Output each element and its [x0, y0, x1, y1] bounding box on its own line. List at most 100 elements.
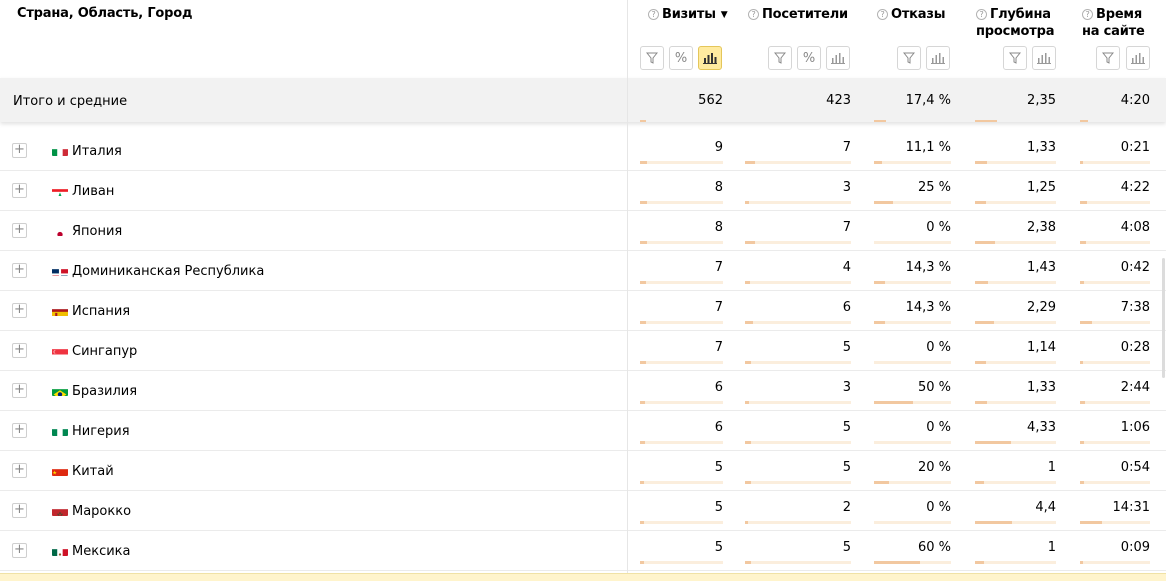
bar-track	[975, 201, 1056, 204]
bar-track	[975, 241, 1056, 244]
help-icon[interactable]: ?	[648, 9, 659, 20]
country-name[interactable]: Италия	[72, 144, 122, 159]
table-row[interactable]: + Италия 9 7 11,1 % 1,33 0:21	[0, 131, 1166, 171]
expand-icon[interactable]: +	[12, 423, 27, 438]
bar-track	[1080, 321, 1150, 324]
filter-button[interactable]	[897, 46, 921, 70]
bar-track	[745, 241, 851, 244]
country-name[interactable]: Бразилия	[72, 384, 137, 399]
totals-bar	[640, 120, 646, 122]
country-name[interactable]: Доминиканская Республика	[72, 264, 264, 279]
totals-label: Итого и средние	[13, 94, 128, 109]
filter-button[interactable]	[1096, 46, 1120, 70]
table-row[interactable]: + Испания 7 6 14,3 % 2,29 7:38	[0, 291, 1166, 331]
filter-icon	[1102, 52, 1114, 64]
cell-visits: 7	[714, 260, 723, 275]
country-name[interactable]: Ливан	[72, 184, 114, 199]
expand-icon[interactable]: +	[12, 463, 27, 478]
column-header-time[interactable]: ? Время на сайте	[1082, 6, 1145, 40]
bar-chart-button[interactable]	[1126, 46, 1150, 70]
sort-desc-icon[interactable]: ▼	[721, 10, 728, 20]
expand-icon[interactable]: +	[12, 543, 27, 558]
bar-fill	[874, 281, 885, 284]
bar-track	[745, 361, 851, 364]
cell-bounces: 20 %	[917, 460, 951, 475]
help-icon[interactable]: ?	[748, 9, 759, 20]
cell-visits: 6	[714, 420, 723, 435]
bar-track	[1080, 161, 1150, 164]
table-row[interactable]: + Марокко 5 2 0 % 4,4 14:31	[0, 491, 1166, 531]
cell-depth: 4,4	[1035, 500, 1056, 515]
bar-track	[745, 201, 851, 204]
cell-time: 0:21	[1120, 140, 1150, 155]
bar-track	[1080, 481, 1150, 484]
expand-icon[interactable]: +	[12, 343, 27, 358]
bar-fill	[975, 441, 1011, 444]
expand-icon[interactable]: +	[12, 183, 27, 198]
country-name[interactable]: Япония	[72, 224, 122, 239]
column-header-depth[interactable]: ? Глубина просмотра	[976, 6, 1054, 40]
bar-chart-button[interactable]	[826, 46, 850, 70]
cell-depth: 1,33	[1027, 140, 1056, 155]
percent-button[interactable]: %	[669, 46, 693, 70]
column-header-visitors[interactable]: ? Посетители	[748, 6, 848, 23]
bar-chart-button[interactable]	[1032, 46, 1056, 70]
dimension-title[interactable]: Страна, Область, Город	[17, 6, 192, 21]
bar-fill	[640, 401, 645, 404]
table-row[interactable]: + Китай 5 5 20 % 1 0:54	[0, 451, 1166, 491]
help-icon[interactable]: ?	[1082, 9, 1093, 20]
help-icon[interactable]: ?	[877, 9, 888, 20]
bar-track	[874, 321, 951, 324]
bar-fill	[745, 241, 755, 244]
bar-fill	[1080, 561, 1083, 564]
expand-icon[interactable]: +	[12, 503, 27, 518]
expand-icon[interactable]: +	[12, 143, 27, 158]
bar-fill	[1080, 201, 1087, 204]
country-name[interactable]: Сингапур	[72, 344, 137, 359]
filter-button[interactable]	[1003, 46, 1027, 70]
expand-icon[interactable]: +	[12, 223, 27, 238]
cell-bounces: 60 %	[917, 540, 951, 555]
bar-track	[874, 161, 951, 164]
table-row[interactable]: + Ливан 8 3 25 % 1,25 4:22	[0, 171, 1166, 211]
bar-chart-button[interactable]	[926, 46, 950, 70]
cell-visits: 7	[714, 340, 723, 355]
country-name[interactable]: Нигерия	[72, 424, 130, 439]
table-row[interactable]: + Япония 8 7 0 % 2,38 4:08	[0, 211, 1166, 251]
country-name[interactable]: Марокко	[72, 504, 131, 519]
column-header-visits[interactable]: ? Визиты ▼	[648, 6, 728, 24]
country-name[interactable]: Китай	[72, 464, 114, 479]
filter-button[interactable]	[768, 46, 792, 70]
percent-button[interactable]: %	[797, 46, 821, 70]
bar-chart-button[interactable]	[698, 46, 722, 70]
help-icon[interactable]: ?	[976, 9, 987, 20]
table-row[interactable]: + Мексика 5 5 60 % 1 0:09	[0, 531, 1166, 571]
country-name[interactable]: Мексика	[72, 544, 130, 559]
expand-icon[interactable]: +	[12, 383, 27, 398]
bar-fill	[640, 321, 646, 324]
table-row[interactable]: + Бразилия 6 3 50 % 1,33 2:44	[0, 371, 1166, 411]
expand-icon[interactable]: +	[12, 263, 27, 278]
mexico-flag-icon	[52, 545, 68, 556]
table-row[interactable]: + Сингапур 7 5 0 % 1,14 0:28	[0, 331, 1166, 371]
bar-track	[640, 521, 723, 524]
bar-track	[975, 361, 1056, 364]
column-header-bounces[interactable]: ? Отказы	[877, 6, 945, 23]
table-row[interactable]: + Нигерия 6 5 0 % 4,33 1:06	[0, 411, 1166, 451]
country-name[interactable]: Испания	[72, 304, 130, 319]
table-row[interactable]: + Доминиканская Республика 7 4 14,3 % 1,43 0:4…	[0, 251, 1166, 291]
bar-fill	[874, 321, 885, 324]
bar-fill	[874, 481, 889, 484]
bar-fill	[745, 481, 751, 484]
bar-track	[1080, 441, 1150, 444]
bar-fill	[1080, 361, 1083, 364]
bar-fill	[745, 281, 750, 284]
cell-visitors: 4	[842, 260, 851, 275]
expand-icon[interactable]: +	[12, 303, 27, 318]
cell-depth: 4,33	[1027, 420, 1056, 435]
bar-fill	[975, 481, 984, 484]
filter-button[interactable]	[640, 46, 664, 70]
bar-track	[1080, 201, 1150, 204]
scrollbar[interactable]	[1162, 258, 1165, 378]
bar-fill	[1080, 401, 1085, 404]
